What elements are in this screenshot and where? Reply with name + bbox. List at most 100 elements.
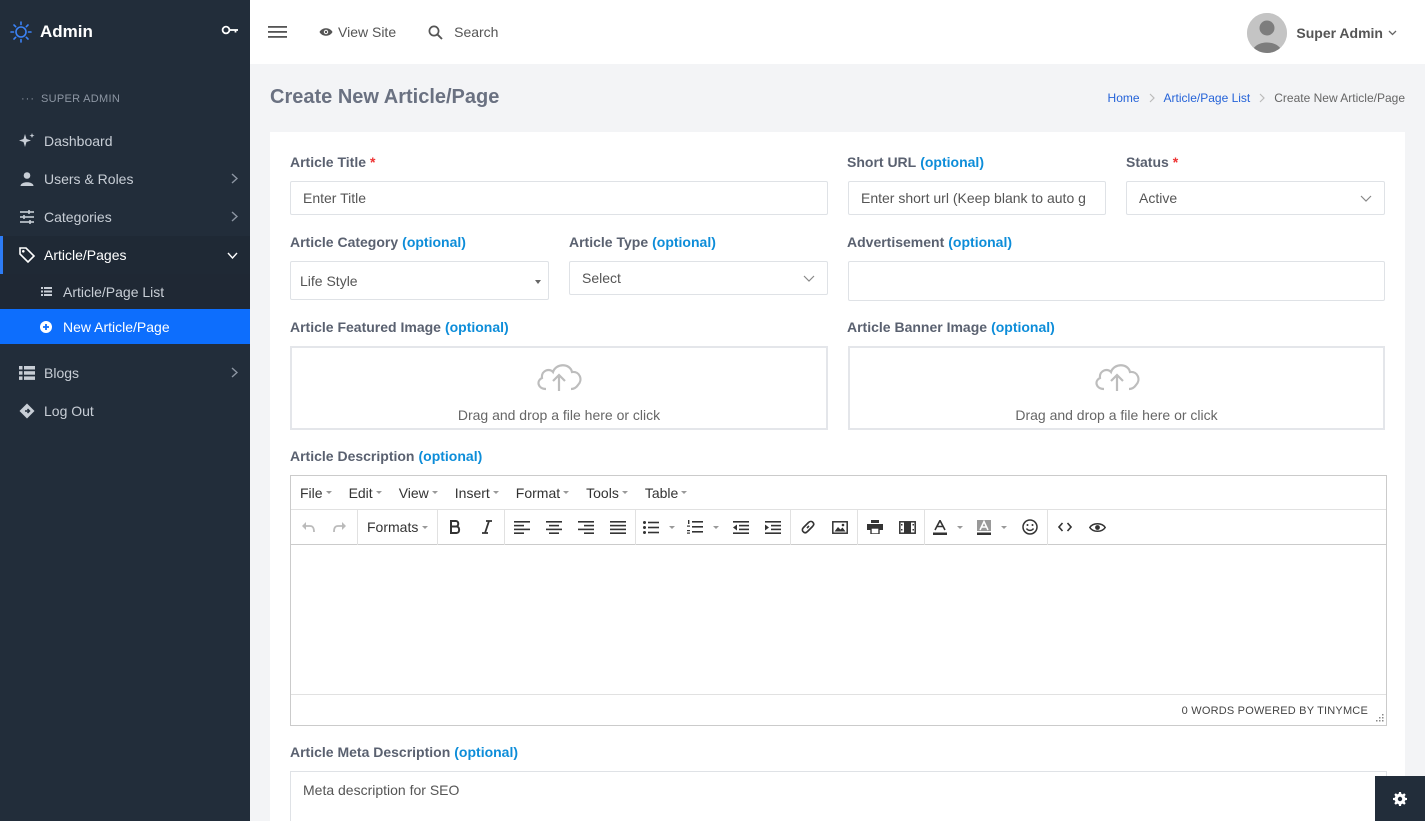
category-select[interactable]: Life Style bbox=[290, 261, 549, 300]
caret-down-icon bbox=[957, 525, 964, 529]
bold-icon bbox=[450, 520, 461, 534]
search-button[interactable]: Search bbox=[428, 24, 498, 40]
label-text: Article Meta Description bbox=[290, 744, 451, 760]
label-text: Article Category bbox=[290, 234, 399, 250]
toolbar-group-insert bbox=[791, 509, 859, 545]
gear-icon bbox=[1393, 791, 1407, 806]
sidebar-item-users-roles[interactable]: Users & Roles bbox=[0, 160, 250, 198]
sidebar-subitem-article-list[interactable]: Article/Page List bbox=[0, 274, 250, 309]
bullet-list-button[interactable] bbox=[637, 512, 681, 542]
sidebar: Admin ··· SUPER ADMIN Dashboard Users & … bbox=[0, 0, 250, 821]
sidebar-menu: Dashboard Users & Roles Categories Artic… bbox=[0, 122, 250, 430]
category-value: Life Style bbox=[300, 272, 358, 289]
undo-button[interactable] bbox=[292, 512, 324, 542]
diamond-icon bbox=[18, 402, 36, 420]
align-center-button[interactable] bbox=[538, 512, 570, 542]
align-right-icon bbox=[578, 520, 595, 534]
view-site-link[interactable]: View Site bbox=[319, 24, 396, 40]
outdent-button[interactable] bbox=[725, 512, 757, 542]
redo-button[interactable] bbox=[324, 512, 356, 542]
chevron-down-icon bbox=[1388, 30, 1397, 36]
eye-icon bbox=[1088, 522, 1106, 532]
menu-table[interactable]: Table bbox=[645, 485, 688, 501]
caret-down-icon bbox=[422, 525, 429, 529]
word-count: 0 WORDS POWERED BY TINYMCE bbox=[1181, 705, 1368, 717]
featured-image-label: Article Featured Image (optional) bbox=[290, 319, 509, 335]
sidebar-subitem-label: New Article/Page bbox=[63, 318, 170, 335]
banner-image-dropzone[interactable]: Drag and drop a file here or click bbox=[848, 346, 1385, 430]
article-title-input[interactable]: Enter Title bbox=[290, 181, 828, 215]
resize-handle-icon[interactable] bbox=[1375, 713, 1384, 722]
menu-format[interactable]: Format bbox=[516, 485, 570, 501]
sidebar-item-logout[interactable]: Log Out bbox=[0, 392, 250, 430]
view-site-label: View Site bbox=[338, 24, 397, 40]
menu-insert[interactable]: Insert bbox=[455, 485, 499, 501]
source-code-button[interactable] bbox=[1049, 512, 1081, 542]
align-left-button[interactable] bbox=[506, 512, 538, 542]
article-type-select[interactable]: Select bbox=[569, 261, 828, 295]
editor-menubar: File Edit View Insert Format Tools Table bbox=[291, 476, 1386, 510]
text-color-icon bbox=[933, 519, 948, 535]
background-color-button[interactable] bbox=[970, 512, 1014, 542]
key-toggle-icon[interactable] bbox=[221, 24, 239, 36]
preview-button[interactable] bbox=[1081, 512, 1113, 542]
sidebar-item-blogs[interactable]: Blogs bbox=[0, 354, 250, 392]
meta-description-input[interactable]: Meta description for SEO bbox=[290, 771, 1387, 821]
menu-label: File bbox=[300, 484, 323, 501]
optional-tag: (optional) bbox=[444, 319, 509, 335]
sparkle-icon bbox=[18, 132, 36, 150]
image-button[interactable] bbox=[824, 512, 856, 542]
menu-view[interactable]: View bbox=[399, 485, 438, 501]
hamburger-menu-icon[interactable] bbox=[268, 25, 287, 39]
link-icon bbox=[801, 520, 815, 534]
bold-button[interactable] bbox=[439, 512, 471, 542]
breadcrumb-home[interactable]: Home bbox=[1108, 91, 1140, 105]
advertisement-select[interactable] bbox=[848, 261, 1385, 301]
sidebar-item-article-pages[interactable]: Article/Pages bbox=[0, 236, 250, 274]
italic-button[interactable] bbox=[471, 512, 503, 542]
formats-label: Formats bbox=[367, 519, 419, 535]
print-button[interactable] bbox=[859, 512, 891, 542]
sidebar-item-dashboard[interactable]: Dashboard bbox=[0, 122, 250, 160]
align-right-button[interactable] bbox=[570, 512, 602, 542]
editor-statusbar: 0 WORDS POWERED BY TINYMCE bbox=[291, 695, 1386, 724]
formats-dropdown[interactable]: Formats bbox=[359, 519, 436, 535]
chevron-right-icon bbox=[1259, 93, 1266, 103]
settings-button[interactable] bbox=[1375, 776, 1425, 821]
breadcrumb-article-list[interactable]: Article/Page List bbox=[1164, 91, 1251, 105]
menu-tools[interactable]: Tools bbox=[586, 485, 628, 501]
label-text: Short URL bbox=[847, 154, 917, 170]
menu-edit[interactable]: Edit bbox=[349, 485, 382, 501]
undo-icon bbox=[302, 522, 315, 533]
caret-down-icon bbox=[431, 491, 438, 494]
chevron-right-icon bbox=[231, 173, 238, 184]
user-menu[interactable]: Super Admin bbox=[1247, 13, 1397, 53]
toolbar-group-style bbox=[438, 509, 506, 545]
align-justify-button[interactable] bbox=[602, 512, 634, 542]
banner-image-label: Article Banner Image (optional) bbox=[847, 319, 1055, 335]
optional-tag: (optional) bbox=[991, 319, 1055, 335]
sidebar-item-label: Blogs bbox=[44, 365, 80, 381]
editor-toolbar: Formats bbox=[291, 509, 1386, 545]
tags-icon bbox=[18, 246, 36, 264]
list-icon bbox=[18, 364, 36, 382]
editor-content-area[interactable] bbox=[291, 545, 1386, 695]
featured-image-dropzone[interactable]: Drag and drop a file here or click bbox=[290, 346, 828, 430]
sliders-icon bbox=[18, 208, 36, 226]
numbered-list-button[interactable] bbox=[681, 512, 725, 542]
emoticons-button[interactable] bbox=[1014, 512, 1046, 542]
status-label: Status * bbox=[1126, 154, 1178, 170]
caret-down-icon bbox=[681, 491, 688, 494]
menu-label: Insert bbox=[454, 484, 490, 501]
smiley-icon bbox=[1022, 519, 1039, 535]
text-color-button[interactable] bbox=[926, 512, 970, 542]
media-button[interactable] bbox=[891, 512, 923, 542]
indent-button[interactable] bbox=[757, 512, 789, 542]
status-select[interactable]: Active bbox=[1126, 181, 1385, 215]
short-url-input[interactable]: Enter short url (Keep blank to auto g bbox=[848, 181, 1106, 215]
optional-tag: (optional) bbox=[652, 234, 716, 250]
sidebar-subitem-new-article[interactable]: New Article/Page bbox=[0, 309, 250, 344]
link-button[interactable] bbox=[792, 512, 824, 542]
menu-file[interactable]: File bbox=[300, 485, 332, 501]
sidebar-item-categories[interactable]: Categories bbox=[0, 198, 250, 236]
